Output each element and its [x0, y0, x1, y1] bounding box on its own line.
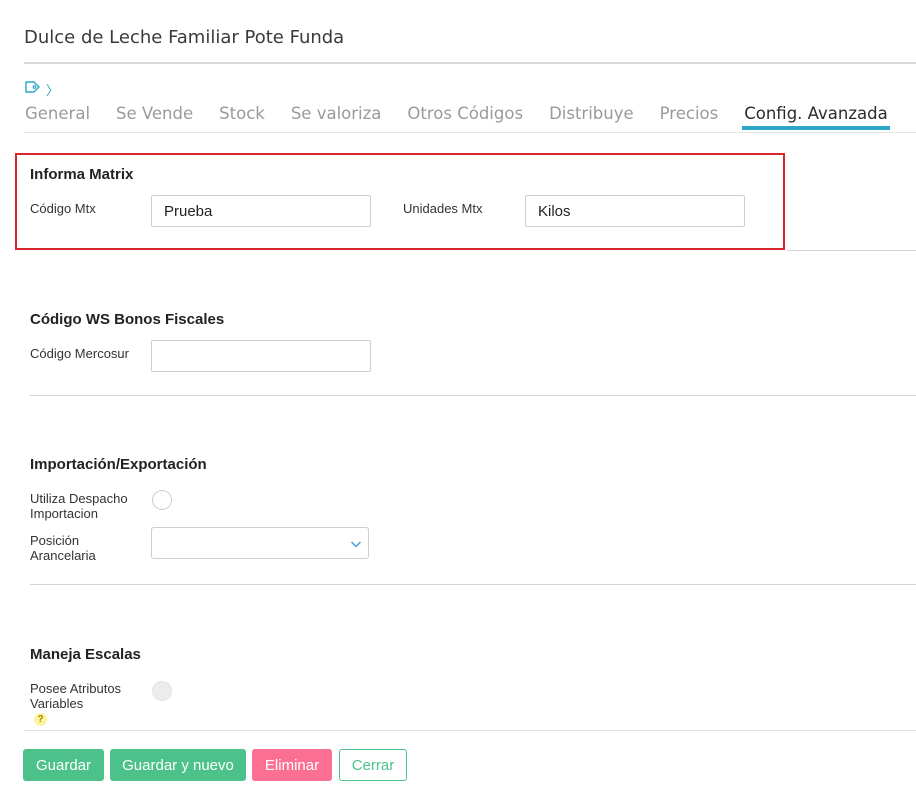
title-divider	[24, 62, 916, 64]
posicion-arancelaria-label: Posición Arancelaria	[30, 533, 96, 563]
guardar-y-nuevo-button[interactable]: Guardar y nuevo	[110, 749, 246, 781]
chevron-down-icon	[350, 537, 362, 555]
chevron-right-icon[interactable]: 〉	[46, 80, 59, 99]
posee-atributos-label-line2: Variables	[30, 696, 84, 711]
section-title-informa-matrix: Informa Matrix	[30, 166, 134, 183]
tab-otros-codigos[interactable]: Otros Códigos	[407, 104, 523, 130]
section-title-bonos-fiscales: Código WS Bonos Fiscales	[30, 311, 225, 328]
section-divider	[30, 584, 916, 585]
unidades-mtx-input[interactable]	[525, 195, 745, 227]
help-icon[interactable]: ?	[34, 713, 47, 726]
codigo-mercosur-input[interactable]	[151, 340, 371, 372]
footer-divider	[24, 730, 916, 731]
section-divider	[787, 250, 916, 251]
guardar-button[interactable]: Guardar	[23, 749, 104, 781]
section-title-importacion: Importación/Exportación	[30, 456, 207, 473]
page-title: Dulce de Leche Familiar Pote Funda	[24, 27, 345, 48]
utiliza-despacho-label-line2: Importacion	[30, 506, 98, 521]
eliminar-button[interactable]: Eliminar	[252, 749, 332, 781]
tab-stock[interactable]: Stock	[219, 104, 265, 130]
posicion-arancelaria-label-line2: Arancelaria	[30, 548, 96, 563]
utiliza-despacho-label-line1: Utiliza Despacho	[30, 491, 128, 506]
utiliza-despacho-toggle[interactable]	[152, 490, 172, 510]
posicion-arancelaria-select[interactable]	[151, 527, 369, 559]
posee-atributos-label-line1: Posee Atributos	[30, 681, 122, 696]
tab-se-valoriza[interactable]: Se valoriza	[291, 104, 382, 130]
posee-atributos-toggle[interactable]	[152, 681, 172, 701]
cerrar-button[interactable]: Cerrar	[339, 749, 407, 781]
tab-se-vende[interactable]: Se Vende	[116, 104, 193, 130]
tab-precios[interactable]: Precios	[660, 104, 719, 130]
tab-config-avanzada[interactable]: Config. Avanzada	[742, 104, 890, 130]
tabs-divider	[24, 132, 916, 133]
section-title-maneja-escalas: Maneja Escalas	[30, 646, 141, 663]
unidades-mtx-label: Unidades Mtx	[403, 201, 483, 216]
codigo-mtx-input[interactable]	[151, 195, 371, 227]
section-divider	[30, 395, 916, 396]
utiliza-despacho-label: Utiliza Despacho Importacion	[30, 491, 128, 521]
posicion-arancelaria-label-line1: Posición	[30, 533, 80, 548]
codigo-mercosur-label: Código Mercosur	[30, 346, 129, 361]
breadcrumb: 〉	[24, 80, 59, 98]
posee-atributos-label: Posee Atributos Variables	[30, 681, 121, 711]
tab-distribuye[interactable]: Distribuye	[549, 104, 634, 130]
tag-icon[interactable]	[24, 80, 40, 99]
tab-bar: General Se Vende Stock Se valoriza Otros…	[25, 104, 916, 130]
codigo-mtx-label: Código Mtx	[30, 201, 96, 216]
tab-general[interactable]: General	[25, 104, 90, 130]
